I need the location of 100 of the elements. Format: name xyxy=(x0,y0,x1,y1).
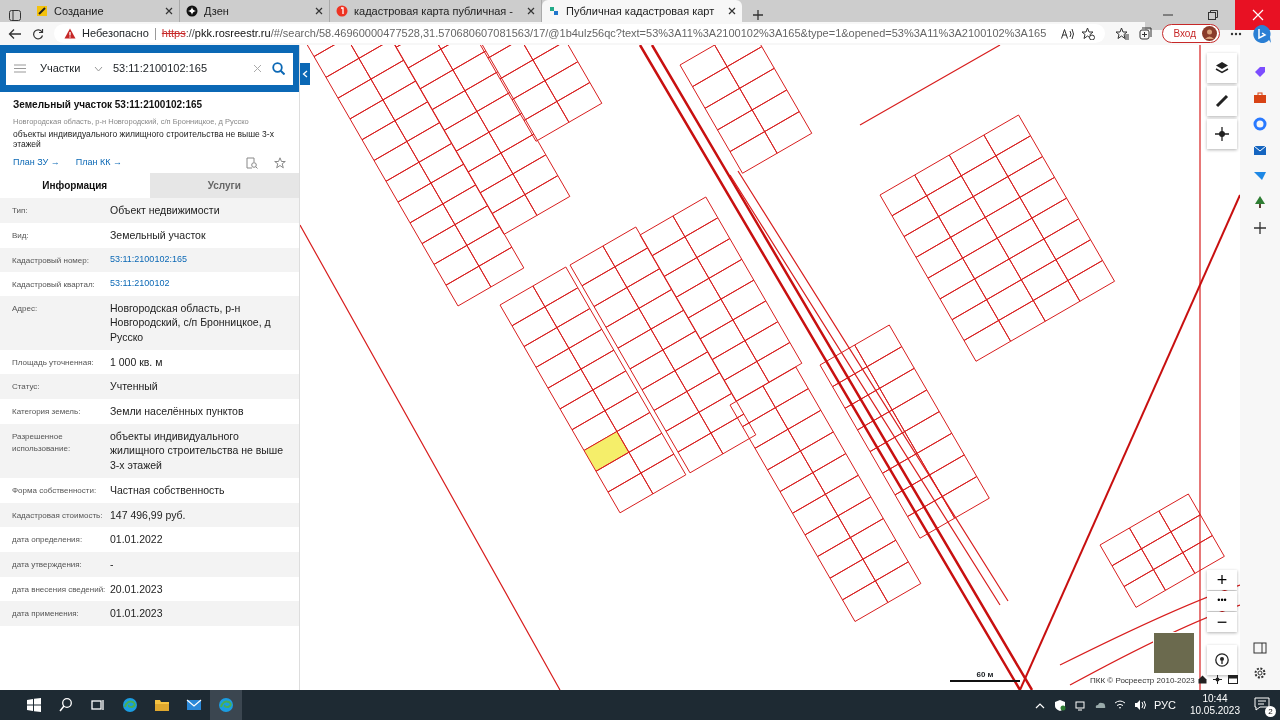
avatar-icon xyxy=(1202,26,1217,41)
folder-icon[interactable] xyxy=(154,697,170,713)
start-icon[interactable] xyxy=(26,697,42,713)
ruler-icon xyxy=(1215,94,1229,108)
notification-count: 2 xyxy=(1265,706,1276,717)
layers-button[interactable] xyxy=(1207,53,1237,83)
search-field[interactable]: Участки 53:11:2100102:165 xyxy=(6,52,293,85)
speaker-icon[interactable] xyxy=(1133,699,1146,711)
browser-tab[interactable]: Публичная кадастровая карт xyxy=(542,0,743,22)
attribution-text: ПКК © Росреестр 2010-2023 xyxy=(1090,675,1195,687)
info-value: Земельный участок xyxy=(110,227,207,243)
info-label: дата применения: xyxy=(12,608,80,621)
read-aloud-icon[interactable] xyxy=(1061,27,1076,40)
search-icon[interactable] xyxy=(58,697,74,713)
info-value: 1 000 кв. м xyxy=(110,354,164,370)
url-text: https://pkk.rosreestr.ru/#/search/58.46960000477528,31.570680607081563/17/@1b4ulz56qc?text=53%3A11%3A2100102%3A165&type=1&opened=53%3A11%3A2100102%3A165 xyxy=(161,26,1047,42)
settings-icon[interactable] xyxy=(1253,666,1267,680)
pen-icon xyxy=(36,5,48,17)
info-label: дата внесения сведений: xyxy=(12,583,107,596)
more-tools-button[interactable]: ••• xyxy=(1207,591,1237,611)
shield-icon[interactable] xyxy=(1053,699,1066,711)
info-value: 20.01.2023 xyxy=(110,581,164,597)
notification-icon xyxy=(1254,697,1270,712)
close-icon[interactable] xyxy=(728,7,737,15)
circle-logo-icon[interactable] xyxy=(1253,117,1267,131)
task-view-icon[interactable] xyxy=(90,697,106,713)
search-type-dropdown[interactable]: Участки xyxy=(36,60,84,77)
caret-icon[interactable] xyxy=(94,65,103,72)
menu-icon[interactable] xyxy=(14,64,26,73)
notifications-button[interactable]: 2 xyxy=(1254,695,1274,715)
browser-icon[interactable] xyxy=(122,697,138,713)
info-label: Вид: xyxy=(12,229,30,242)
chat-logo-icon[interactable] xyxy=(1252,23,1272,44)
tab-actions-icon[interactable] xyxy=(9,9,21,21)
info-value: 01.01.2023 xyxy=(110,606,164,621)
info-label: Кадастровый номер: xyxy=(12,254,90,267)
location-button[interactable] xyxy=(1207,645,1237,675)
favorite-add-icon[interactable] xyxy=(1081,27,1096,40)
location-pin-icon xyxy=(1215,653,1229,667)
security-warning-text: Небезопасно xyxy=(82,26,149,42)
layers-icon xyxy=(1215,61,1229,75)
map-logo-icon xyxy=(548,5,561,17)
plus-icon[interactable] xyxy=(752,9,765,21)
zoom-in-button[interactable]: + xyxy=(1207,570,1237,590)
info-label: Площадь уточненная: xyxy=(12,356,95,369)
cadastral-map-drawing[interactable] xyxy=(300,45,1240,690)
satellite-thumbnail[interactable] xyxy=(1153,632,1195,674)
restore-icon[interactable] xyxy=(1206,9,1219,21)
locate-button[interactable] xyxy=(1207,119,1237,149)
info-label: Тип: xyxy=(12,205,29,218)
tree-icon[interactable] xyxy=(1253,195,1267,209)
refresh-icon[interactable] xyxy=(32,27,44,40)
zoom-out-button[interactable]: − xyxy=(1207,612,1237,632)
tag-icon[interactable] xyxy=(1253,65,1267,79)
measure-button[interactable] xyxy=(1207,86,1237,116)
info-label: Разрешенное использование: xyxy=(12,430,72,455)
star-icon xyxy=(186,5,198,17)
info-value: 01.01.2022 xyxy=(110,532,164,547)
sidebar-icon[interactable] xyxy=(1253,642,1267,654)
info-label: Форма собственности: xyxy=(12,484,98,497)
plus-icon[interactable] xyxy=(1253,221,1267,235)
info-label: дата утверждения: xyxy=(12,558,83,571)
home-icon[interactable] xyxy=(1198,675,1207,684)
window-icon[interactable] xyxy=(1228,675,1238,684)
collections-icon[interactable] xyxy=(1139,27,1153,40)
address-field[interactable]: Небезопасно https://pkk.rosreestr.ru/#/search/58.46960000477528,31.570680607081563/17/@1b4ulz56qc?text=53%3A11%3A2100102%3A165&type=1&opened=53%3A11%3A2100102%3A165 xyxy=(54,24,1106,43)
info-value: Учтенный xyxy=(110,379,159,395)
language-indicator[interactable]: РУС xyxy=(1153,696,1176,714)
plan-link[interactable]: План КК → xyxy=(75,155,122,170)
info-link[interactable]: 53:11:2100102 xyxy=(110,276,287,290)
info-label: Категория земель: xyxy=(12,406,82,419)
meeting-icon[interactable] xyxy=(1073,699,1086,711)
panel-tab[interactable]: Услуги xyxy=(149,173,299,199)
crosshair-icon[interactable] xyxy=(1213,675,1222,684)
info-value: объекты индивидуального жилищного строительства не выше 3-х этажей xyxy=(110,428,285,473)
letter-logo-icon xyxy=(336,5,348,17)
crosshair-icon xyxy=(1215,127,1229,141)
clock[interactable]: 10:44 10.05.2023 xyxy=(1183,692,1246,718)
object-title: Земельный участок 53:11:2100102:165 xyxy=(13,98,204,112)
collapse-panel-button[interactable] xyxy=(300,63,310,85)
star-outline-icon[interactable] xyxy=(274,156,286,169)
browser-icon[interactable] xyxy=(218,697,234,713)
close-icon[interactable] xyxy=(315,7,323,15)
back-icon[interactable] xyxy=(8,27,22,40)
close-icon[interactable] xyxy=(527,7,536,15)
info-label: Кадастровая стоимость: xyxy=(12,509,104,522)
info-label: Адрес: xyxy=(12,302,39,315)
info-link[interactable]: 53:11:2100102:165 xyxy=(110,252,287,266)
info-value: 147 496,99 руб. xyxy=(110,507,187,523)
briefcase-icon[interactable] xyxy=(1253,91,1267,105)
favorites-icon[interactable] xyxy=(1115,27,1130,40)
more-icon[interactable] xyxy=(1230,31,1242,36)
info-value: Частная собственность xyxy=(110,482,226,498)
mail-icon[interactable] xyxy=(186,697,202,713)
plan-link[interactable]: План ЗУ → xyxy=(13,155,60,170)
wifi-icon[interactable] xyxy=(1113,699,1126,711)
close-icon[interactable] xyxy=(165,7,173,15)
login-button[interactable]: Вход xyxy=(1162,24,1220,43)
search-value: 53:11:2100102:165 xyxy=(113,61,208,77)
chevron-left-icon xyxy=(302,70,308,78)
